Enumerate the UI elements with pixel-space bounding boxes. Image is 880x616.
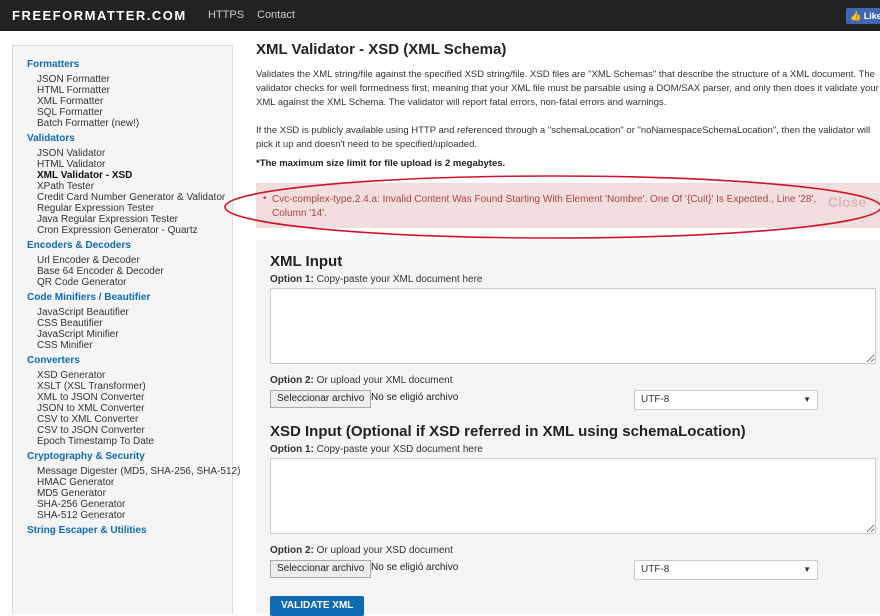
xsd-option2-label: Option 2: Or upload your XSD document [270,545,453,556]
sidebar-item[interactable]: Java Regular Expression Tester [37,214,178,225]
close-alert-button[interactable]: Close [828,194,866,210]
top-navbar: FREEFORMATTER.COM HTTPS Contact 👍 Like 1… [0,0,880,31]
thumbs-up-icon: 👍 [850,11,862,21]
sidebar-category: Converters [27,355,80,366]
sidebar-category: Cryptography & Security [27,451,145,462]
sidebar-item[interactable]: QR Code Generator [37,277,127,288]
sidebar-item[interactable]: SQL Formatter [37,107,103,118]
sidebar-item[interactable]: CSV to XML Converter [37,414,138,425]
validator-form-panel: XML Input Option 1: Copy-paste your XML … [256,240,880,616]
xml-input-textarea[interactable] [270,288,876,364]
sidebar-item[interactable]: SHA-256 Generator [37,499,125,510]
sidebar-item[interactable]: XML Validator - XSD [37,170,132,181]
sidebar-item[interactable]: CSV to JSON Converter [37,425,145,436]
sidebar: Formatters JSON Formatter HTML Formatter XM… [12,45,240,614]
xml-file-choose-button[interactable]: Seleccionar archivo [270,390,372,408]
xml-option2-label: Option 2: Or upload your XML document [270,375,453,386]
sidebar-item[interactable]: MD5 Generator [37,488,106,499]
sidebar-item[interactable]: JavaScript Beautifier [37,307,129,318]
schema-location-note: If the XSD is publicly available using H… [256,125,871,150]
sidebar-item[interactable]: Message Digester (MD5, SHA-256, SHA-512) [37,466,240,477]
sidebar-item[interactable]: Base 64 Encoder & Decoder [37,266,164,277]
sidebar-item[interactable]: Regular Expression Tester [37,203,154,214]
sidebar-item[interactable]: JSON to XML Converter [37,403,144,414]
xsd-input-textarea[interactable] [270,458,876,534]
xsd-file-status: No se eligió archivo [371,562,459,573]
sidebar-item[interactable]: Epoch Timestamp To Date [37,436,154,447]
error-bullet: • [263,193,267,204]
sidebar-category: Validators [27,133,75,144]
sidebar-item[interactable]: Cron Expression Generator - Quartz [37,225,198,236]
xml-encoding-select[interactable]: UTF-8 ▼ [634,390,818,410]
nav-link-https[interactable]: HTTPS [208,9,244,21]
sidebar-item[interactable]: Batch Formatter (new!) [37,118,139,129]
sidebar-item[interactable]: XML Formatter [37,96,103,107]
sidebar-item[interactable]: CSS Beautifier [37,318,103,329]
sidebar-item[interactable]: HMAC Generator [37,477,114,488]
error-alert: • Cvc-complex-type.2.4.a: Invalid Conten… [256,183,880,228]
error-message: Cvc-complex-type.2.4.a: Invalid Content … [272,194,817,219]
sidebar-item[interactable]: XSD Generator [37,370,105,381]
file-size-limit-note: *The maximum size limit for file upload … [256,158,506,169]
sidebar-item[interactable]: Url Encoder & Decoder [37,255,140,266]
sidebar-item[interactable]: JSON Validator [37,148,105,159]
sidebar-item[interactable]: HTML Validator [37,159,105,170]
nav-link-contact[interactable]: Contact [257,9,295,21]
sidebar-item[interactable]: CSS Minifier [37,340,93,351]
sidebar-item[interactable]: XPath Tester [37,181,94,192]
sidebar-item[interactable]: JSON Formatter [37,74,110,85]
xsd-input-heading: XSD Input (Optional if XSD referred in X… [270,423,746,440]
sidebar-category: Formatters [27,59,80,70]
sidebar-item[interactable]: XML to JSON Converter [37,392,144,403]
validate-xml-button[interactable]: VALIDATE XML [270,596,365,616]
sidebar-item[interactable]: SHA-512 Generator [37,510,125,521]
sidebar-category: Encoders & Decoders [27,240,131,251]
sidebar-category: Code Minifiers / Beautifier [27,292,151,303]
xsd-option1-label: Option 1: Copy-paste your XSD document h… [270,444,483,455]
page-title: XML Validator - XSD (XML Schema) [256,41,507,58]
facebook-like-button[interactable]: 👍 Like 1K [846,8,880,24]
sidebar-category: String Escaper & Utilities [27,525,147,536]
like-count: Like 1K [863,11,880,21]
xml-option1-label: Option 1: Copy-paste your XML document h… [270,274,483,285]
sidebar-item[interactable]: JavaScript Minifier [37,329,119,340]
intro-paragraph: Validates the XML string/file against th… [256,69,879,108]
sidebar-item[interactable]: Credit Card Number Generator & Validator [37,192,225,203]
xsd-file-choose-button[interactable]: Seleccionar archivo [270,560,372,578]
chevron-down-icon: ▼ [803,395,811,404]
xml-input-heading: XML Input [270,253,343,270]
sidebar-item[interactable]: XSLT (XSL Transformer) [37,381,146,392]
xml-file-status: No se eligió archivo [371,392,459,403]
chevron-down-icon: ▼ [803,565,811,574]
site-brand[interactable]: FREEFORMATTER.COM [12,8,187,23]
xsd-encoding-select[interactable]: UTF-8 ▼ [634,560,818,580]
sidebar-item[interactable]: HTML Formatter [37,85,110,96]
